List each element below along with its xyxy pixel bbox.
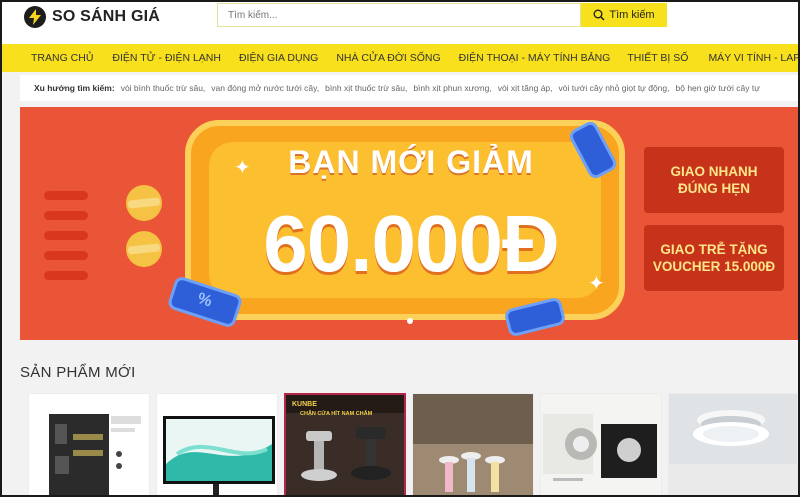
nav-item-home-living[interactable]: NHÀ CỬA ĐỜI SỐNG [336, 52, 440, 64]
product-card[interactable] [412, 393, 534, 497]
product-grid: KUNBE CHẶN CỬA HÍT NAM CHÂM [20, 393, 798, 497]
banner-amount: 60.000Đ [263, 199, 559, 288]
nav-item-home[interactable]: TRANG CHỦ [31, 52, 93, 64]
product-image [49, 414, 141, 496]
product-card[interactable] [28, 393, 150, 497]
search-input[interactable] [217, 3, 581, 27]
search-button-label: Tìm kiếm [609, 9, 655, 21]
trending-label: Xu hướng tìm kiếm: [34, 83, 115, 93]
product-caption: CHẶN CỬA HÍT NAM CHÂM [300, 409, 373, 417]
lightning-icon [24, 6, 46, 28]
nav-item-electronics[interactable]: ĐIỆN TỬ - ĐIỆN LẠNH [112, 52, 221, 64]
product-card[interactable] [668, 393, 798, 497]
trend-link[interactable]: vòi bình thuốc trừ sâu, [121, 83, 206, 93]
trend-link[interactable]: bình xịt thuốc trừ sâu, [325, 83, 407, 93]
search-icon [593, 9, 605, 21]
decor-pill [44, 271, 88, 280]
search-button[interactable]: Tìm kiếm [581, 3, 667, 27]
site-logo[interactable]: SO SÁNH GIÁ [24, 5, 160, 29]
decor-pill [44, 251, 88, 260]
nav-item-digital-devices[interactable]: THIẾT BỊ SỐ [627, 52, 688, 64]
late-delivery-voucher-badge: GIAO TRỄ TẶNG VOUCHER 15.000Đ [644, 225, 784, 291]
promo-banner[interactable]: BẠN MỚI GIẢM 60.000Đ ✦ ✦ ✦ % GIAO NHANH … [20, 107, 798, 340]
decor-pill [44, 231, 88, 240]
product-image: KUNBE CHẶN CỬA HÍT NAM CHÂM [286, 395, 404, 495]
section-title: SẢN PHẨM MỚI [20, 364, 136, 381]
banner-title: BẠN MỚI GIẢM [288, 144, 534, 180]
coin-icon [126, 185, 162, 221]
product-card[interactable] [156, 393, 278, 497]
logo-text: SO SÁNH GIÁ [52, 8, 160, 25]
product-image [163, 416, 275, 496]
product-image [413, 394, 533, 496]
trend-link[interactable]: vòi xịt tăng áp, [498, 83, 553, 93]
trending-searches: Xu hướng tìm kiếm: vòi bình thuốc trừ sâ… [20, 75, 798, 101]
ticket-symbol: % [195, 290, 215, 311]
product-image [541, 394, 661, 496]
decor-pill [44, 191, 88, 200]
decor-pill [44, 211, 88, 220]
nav-item-computers[interactable]: MÁY VI TÍNH - LAPTOP [708, 52, 800, 64]
carousel-dot[interactable] [407, 318, 413, 324]
voucher-card: BẠN MỚI GIẢM 60.000Đ [185, 120, 625, 320]
sparkle-icon: ✦ [234, 157, 251, 179]
category-nav: TRANG CHỦ ĐIỆN TỬ - ĐIỆN LẠNH ĐIỆN GIA D… [0, 44, 800, 72]
product-image [669, 394, 797, 496]
trend-link[interactable]: vòi tưới cây nhỏ giọt tự động, [559, 83, 670, 93]
coin-icon [126, 231, 162, 267]
sparkle-icon: ✦ [588, 273, 605, 295]
nav-item-appliances[interactable]: ĐIỆN GIA DỤNG [239, 52, 318, 64]
product-card[interactable] [540, 393, 662, 497]
trend-link[interactable]: van đóng mở nước tưới cây, [211, 83, 319, 93]
fast-delivery-badge: GIAO NHANH ĐÚNG HẸN [644, 147, 784, 213]
trend-link[interactable]: bình xịt phun xương, [413, 83, 491, 93]
product-brand: KUNBE [292, 401, 317, 408]
product-card[interactable]: KUNBE CHẶN CỬA HÍT NAM CHÂM [284, 393, 406, 497]
trend-link[interactable]: bộ hẹn giờ tưới cây tự [676, 83, 760, 93]
nav-item-phones-tablets[interactable]: ĐIỆN THOẠI - MÁY TÍNH BẢNG [459, 52, 611, 64]
top-header: SO SÁNH GIÁ Tìm kiếm [0, 0, 800, 44]
